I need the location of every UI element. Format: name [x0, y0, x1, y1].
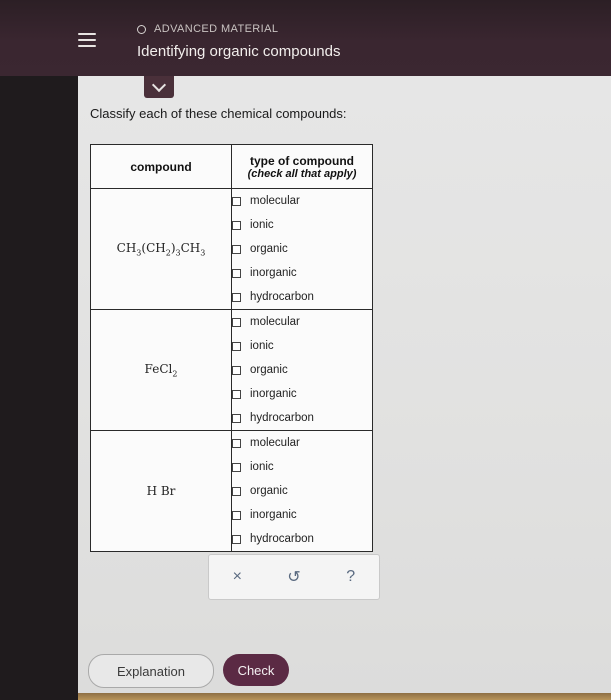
header-type-label: type of compound — [250, 153, 354, 168]
topic-label: ADVANCED MATERIAL — [154, 23, 279, 35]
checkbox-organic[interactable]: organic — [232, 358, 372, 382]
checkbox-icon[interactable] — [232, 244, 241, 254]
checkbox-ionic[interactable]: ionic — [232, 334, 372, 358]
checkbox-inorganic[interactable]: inorganic — [232, 261, 372, 285]
table-row: H Br molecular ionic organic inorganic h… — [90, 430, 373, 552]
checkbox-icon[interactable] — [232, 220, 241, 230]
checkbox-icon[interactable] — [232, 292, 241, 302]
checkbox-organic[interactable]: organic — [232, 479, 372, 503]
header-type: type of compound (check all that apply) — [231, 144, 373, 189]
collapse-button[interactable] — [144, 76, 174, 98]
checkbox-icon[interactable] — [232, 268, 241, 278]
checkbox-ionic[interactable]: ionic — [232, 213, 372, 237]
undo-icon[interactable]: ↺ — [282, 567, 306, 587]
checkbox-molecular[interactable]: molecular — [232, 310, 372, 334]
checkbox-ionic[interactable]: ionic — [232, 455, 372, 479]
table-row: FeCl2 molecular ionic organic inorganic … — [90, 309, 373, 431]
compound-formula: CH3(CH2)3CH3 — [90, 188, 232, 310]
checkbox-icon[interactable] — [232, 341, 241, 351]
table-row: CH3(CH2)3CH3 molecular ionic organic ino… — [90, 188, 373, 310]
question-panel: Classify each of these chemical compound… — [78, 76, 611, 700]
header-type-note: (check all that apply) — [247, 167, 357, 180]
clear-icon[interactable]: × — [225, 568, 249, 586]
compound-formula: FeCl2 — [90, 309, 232, 431]
checkbox-icon[interactable] — [232, 462, 241, 472]
checkbox-icon[interactable] — [232, 317, 241, 327]
help-icon[interactable]: ? — [339, 568, 363, 586]
page-title: Identifying organic compounds — [137, 43, 341, 60]
checkbox-molecular[interactable]: molecular — [232, 189, 372, 213]
checkbox-hydrocarbon[interactable]: hydrocarbon — [232, 285, 372, 309]
question-prompt: Classify each of these chemical compound… — [90, 106, 347, 121]
footer-strip — [78, 693, 611, 700]
topic-circle-icon — [137, 24, 146, 34]
type-options: molecular ionic organic inorganic hydroc… — [231, 188, 373, 310]
menu-icon[interactable] — [78, 33, 96, 47]
compound-formula: H Br — [90, 430, 232, 552]
checkbox-icon[interactable] — [232, 486, 241, 496]
checkbox-molecular[interactable]: molecular — [232, 431, 372, 455]
checkbox-icon[interactable] — [232, 534, 241, 544]
answer-toolbar: × ↺ ? — [208, 554, 380, 600]
header-compound-label: compound — [130, 159, 192, 174]
header-compound: compound — [90, 144, 232, 189]
type-options: molecular ionic organic inorganic hydroc… — [231, 309, 373, 431]
checkbox-icon[interactable] — [232, 365, 241, 375]
checkbox-icon[interactable] — [232, 389, 241, 399]
chevron-down-icon — [151, 77, 167, 93]
classification-table: compound type of compound (check all tha… — [90, 144, 373, 552]
checkbox-inorganic[interactable]: inorganic — [232, 503, 372, 527]
check-button[interactable]: Check — [223, 654, 289, 686]
explanation-button[interactable]: Explanation — [88, 654, 214, 688]
checkbox-organic[interactable]: organic — [232, 237, 372, 261]
header-bar: ADVANCED MATERIAL Identifying organic co… — [0, 0, 611, 76]
checkbox-inorganic[interactable]: inorganic — [232, 382, 372, 406]
checkbox-hydrocarbon[interactable]: hydrocarbon — [232, 527, 372, 551]
checkbox-icon[interactable] — [232, 196, 241, 206]
type-options: molecular ionic organic inorganic hydroc… — [231, 430, 373, 552]
checkbox-hydrocarbon[interactable]: hydrocarbon — [232, 406, 372, 430]
topic-row: ADVANCED MATERIAL — [137, 23, 278, 35]
checkbox-icon[interactable] — [232, 438, 241, 448]
checkbox-icon[interactable] — [232, 510, 241, 520]
checkbox-icon[interactable] — [232, 413, 241, 423]
